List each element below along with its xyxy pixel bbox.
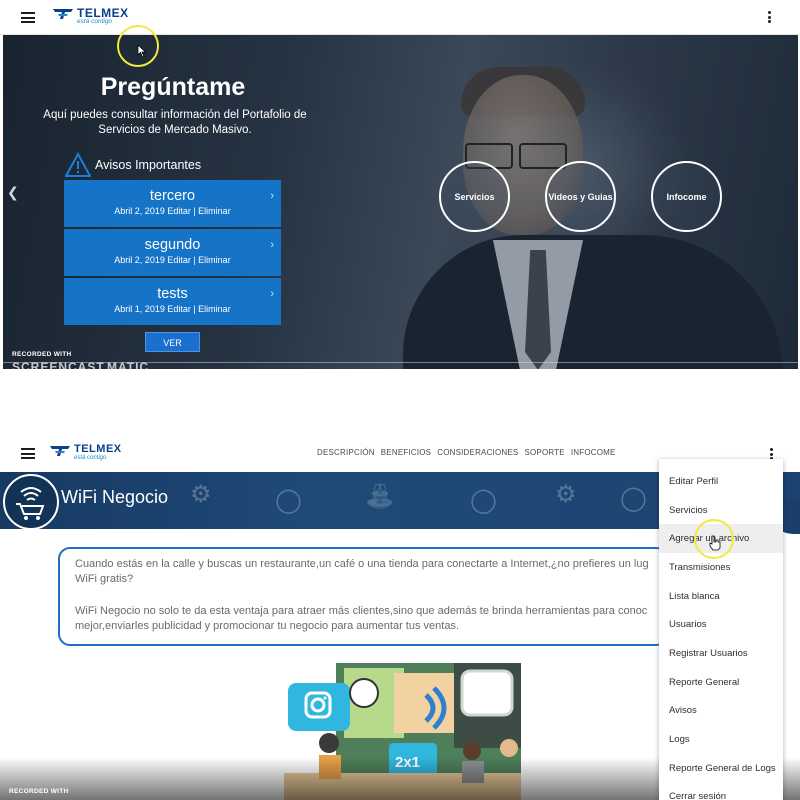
watermark-recorded-with: RECORDED WITH [12, 351, 72, 358]
chevron-right-icon: › [270, 288, 274, 300]
warning-icon [65, 152, 91, 177]
telmex-logo[interactable]: TELMEX está contigo [49, 444, 122, 461]
aviso-card[interactable]: segundo Abril 2, 2019 Editar | Eliminar … [64, 229, 281, 276]
aviso-meta: Abril 2, 2019 Editar | Eliminar [114, 255, 231, 265]
chevron-right-icon: › [270, 239, 274, 251]
servicios-circle-button[interactable]: Servicios [439, 161, 510, 232]
menu-item-avisos[interactable]: Avisos [669, 705, 697, 716]
telmex-logo-icon [50, 446, 70, 456]
info-paragraph: WiFi gratis? [75, 573, 134, 585]
chevron-left-icon[interactable]: ❮ [7, 184, 19, 201]
menu-item-transmisiones[interactable]: Transmisiones [669, 562, 730, 573]
menu-item-logs[interactable]: Logs [669, 734, 690, 745]
nav-link-soporte[interactable]: SOPORTE [524, 448, 564, 457]
nav-link-infocome[interactable]: INFOCOME [571, 448, 616, 457]
hero-section: ❮ Pregúntame Aquí puedes consultar infor… [3, 35, 798, 369]
top-navbar: TELMEX está contigo [0, 0, 800, 35]
nav-link-beneficios[interactable]: BENEFICIOS [381, 448, 431, 457]
brand-tagline: está contigo [74, 455, 107, 461]
aviso-meta: Abril 1, 2019 Editar | Eliminar [114, 304, 231, 314]
menu-item-editar-perfil[interactable]: Editar Perfil [669, 476, 718, 487]
nav-link-consideraciones[interactable]: CONSIDERACIONES [437, 448, 518, 457]
menu-item-servicios[interactable]: Servicios [669, 505, 708, 516]
more-vert-icon[interactable] [768, 11, 772, 23]
mouse-pointer-icon [137, 44, 147, 58]
menu-item-lista-blanca[interactable]: Lista blanca [669, 591, 720, 602]
info-paragraph: Cuando estás en la calle y buscas un res… [75, 558, 649, 570]
bottom-screenshot: TELMEX está contigo DESCRIPCIÓN BENEFICI… [0, 437, 800, 800]
menu-item-reporte-general[interactable]: Reporte General [669, 677, 739, 688]
info-paragraph: mejor,enviarles publicidad y promocionar… [75, 620, 459, 632]
telmex-logo-icon [53, 9, 73, 19]
aviso-title: segundo [144, 237, 201, 253]
infocome-circle-button[interactable]: Infocome [651, 161, 722, 232]
aviso-card[interactable]: tercero Abril 2, 2019 Editar | Eliminar … [64, 180, 281, 227]
aviso-title: tercero [149, 188, 196, 204]
wifi-cart-badge [3, 474, 59, 530]
brand-name: TELMEX [74, 443, 122, 455]
ver-button[interactable]: VER [145, 332, 200, 352]
watermark-matic: MATIC [107, 360, 150, 369]
avisos-list: tercero Abril 2, 2019 Editar | Eliminar … [64, 180, 281, 327]
hero-title: Pregúntame [100, 73, 246, 101]
menu-item-registrar-usuarios[interactable]: Registrar Usuarios [669, 648, 748, 659]
hero-description: Aquí puedes consultar información del Po… [43, 109, 307, 136]
wifi-cart-icon [16, 487, 45, 520]
menu-item-cerrar-sesion[interactable]: Cerrar sesión [669, 791, 726, 800]
watermark-screencast: SCREENCAST [12, 360, 105, 369]
aviso-title: tests [157, 286, 188, 302]
avisos-heading: Avisos Importantes [65, 152, 201, 178]
top-screenshot: TELMEX está contigo ❮ Pregúntame Aquí pu… [0, 0, 800, 372]
aviso-card[interactable]: tests Abril 1, 2019 Editar | Eliminar › [64, 278, 281, 325]
page-title: WiFi Negocio [61, 487, 169, 507]
menu-icon[interactable] [21, 448, 35, 459]
top-nav-links: DESCRIPCIÓN BENEFICIOS CONSIDERACIONES S… [317, 448, 616, 457]
telmex-logo[interactable]: TELMEX está contigo [52, 7, 129, 26]
menu-icon[interactable] [21, 12, 35, 23]
user-dropdown-menu: Editar Perfil Servicios Agregar un archi… [659, 459, 783, 800]
info-paragraph: WiFi Negocio no solo te da esta ventaja … [75, 605, 648, 617]
menu-item-reporte-general-logs[interactable]: Reporte General de Logs [669, 763, 776, 774]
menu-item-usuarios[interactable]: Usuarios [669, 619, 707, 630]
aviso-meta: Abril 2, 2019 Editar | Eliminar [114, 206, 231, 216]
watermark-recorded-with: RECORDED WITH [9, 788, 69, 795]
nav-link-descripcion[interactable]: DESCRIPCIÓN [317, 448, 375, 457]
hand-pointer-icon [709, 535, 721, 551]
videos-guias-circle-button[interactable]: Videos y Guias [545, 161, 616, 232]
avisos-heading-label: Avisos Importantes [95, 158, 202, 172]
chevron-right-icon: › [270, 190, 274, 202]
info-box: Cuando estás en la calle y buscas un res… [58, 547, 668, 646]
